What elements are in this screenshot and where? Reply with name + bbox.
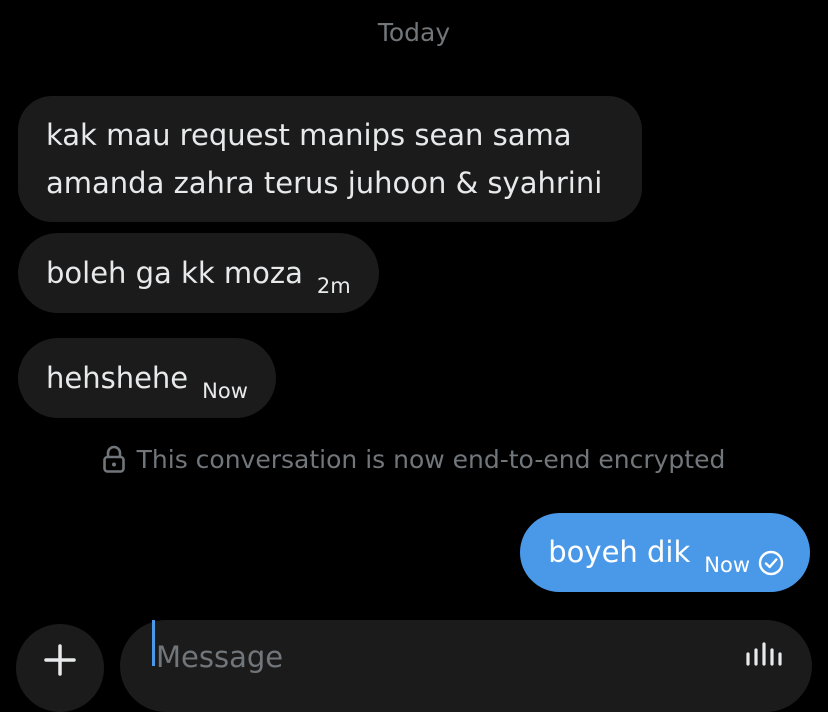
check-circle-icon (758, 543, 784, 590)
message-timestamp: Now (704, 553, 750, 577)
encryption-notice-text: This conversation is now end-to-end encr… (136, 445, 726, 474)
add-attachment-button[interactable] (16, 624, 104, 712)
lock-icon (102, 445, 125, 473)
encryption-notice: This conversation is now end-to-end encr… (0, 442, 828, 478)
incoming-message[interactable]: hehshehe Now (18, 338, 276, 418)
incoming-message[interactable]: kak mau request manips sean sama amanda … (18, 96, 642, 222)
outgoing-message[interactable]: boyeh dik Now (520, 513, 810, 592)
message-timestamp: Now (202, 379, 248, 403)
message-text: boyeh dik (548, 535, 691, 569)
message-input[interactable]: Message (120, 620, 812, 712)
plus-icon (44, 644, 76, 676)
message-placeholder: Message (156, 640, 284, 674)
voice-wave-icon[interactable] (744, 620, 784, 666)
date-separator: Today (377, 18, 451, 47)
message-text-line: amanda zahra terus juhoon & syahrini (46, 166, 603, 200)
incoming-message[interactable]: boleh ga kk moza 2m (18, 233, 379, 313)
text-caret (152, 620, 155, 666)
message-text: boleh ga kk moza (46, 256, 303, 290)
message-text-line: kak mau request manips sean sama (46, 118, 572, 152)
message-timestamp: 2m (316, 274, 351, 298)
message-text: hehshehe (46, 361, 189, 395)
